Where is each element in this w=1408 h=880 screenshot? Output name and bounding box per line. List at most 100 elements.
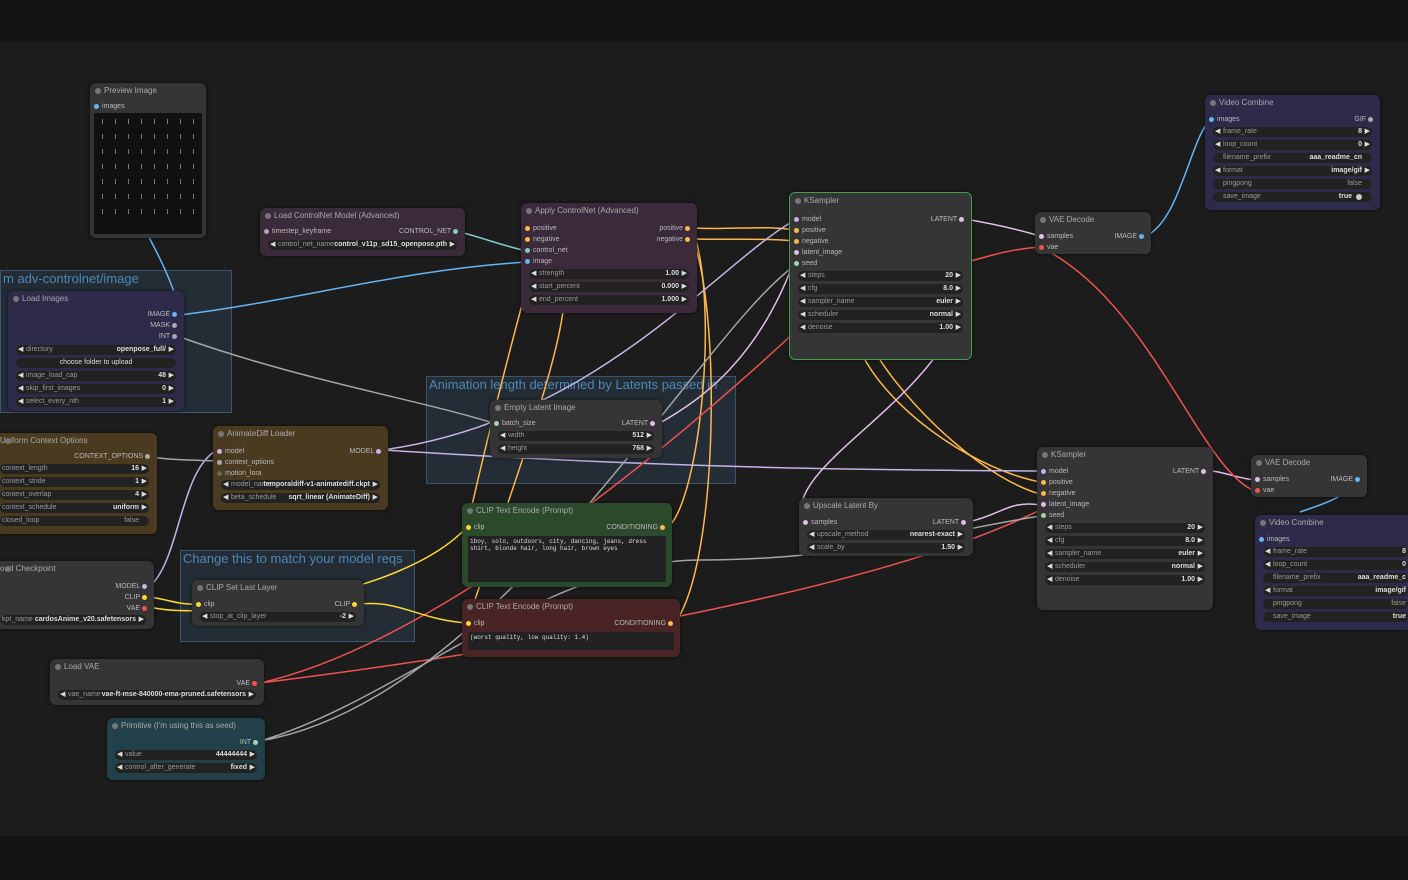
input-slot-icon[interactable] bbox=[466, 524, 471, 530]
widget-steps[interactable]: ◀ steps 20 ▶ bbox=[798, 271, 963, 281]
widget-skip-first-images[interactable]: ◀ skip_first_images 0 ▶ bbox=[16, 384, 176, 394]
input-slot-icon[interactable] bbox=[1041, 512, 1046, 518]
input-slot-icon[interactable] bbox=[1039, 244, 1044, 250]
node-ksampler-2[interactable]: KSampler model positive negative latent_… bbox=[1037, 447, 1213, 610]
input-slot-icon[interactable] bbox=[1255, 476, 1260, 482]
input-slot-icon[interactable] bbox=[1259, 536, 1264, 542]
output-slot-icon[interactable] bbox=[172, 322, 177, 328]
output-slot-icon[interactable] bbox=[961, 519, 966, 525]
widget-vae-name[interactable]: ◀ vae_name vae-ft-mse-840000-ema-pruned.sa… bbox=[58, 690, 256, 700]
node-vae-decode-2[interactable]: VAE Decode samples vae IMAGE bbox=[1251, 455, 1367, 497]
input-slot-icon[interactable] bbox=[803, 519, 808, 525]
widget-save-image[interactable]: save_image true bbox=[1213, 192, 1372, 202]
output-slot-icon[interactable] bbox=[1201, 468, 1206, 474]
input-slot-icon[interactable] bbox=[525, 236, 530, 242]
upload-button[interactable]: choose folder to upload bbox=[16, 358, 176, 368]
input-slot-icon[interactable] bbox=[1041, 490, 1046, 496]
node-preview-image[interactable]: Preview Image images bbox=[90, 83, 206, 238]
node-context-options[interactable]: Uniform Context Options CONTEXT_OPTIONS … bbox=[0, 433, 157, 534]
node-video-combine-1[interactable]: Video Combine images GIF ◀ frame_rate 8 ▶ ◀… bbox=[1205, 95, 1380, 210]
output-slot-icon[interactable] bbox=[142, 583, 147, 589]
input-slot-icon[interactable] bbox=[1209, 116, 1214, 122]
widget-closed-loop[interactable]: closed_loop false bbox=[0, 516, 149, 526]
input-slot-icon[interactable] bbox=[794, 260, 799, 266]
widget-start-percent[interactable]: ◀ start_percent 0.000 ▶ bbox=[529, 282, 689, 292]
output-slot-icon[interactable] bbox=[352, 601, 357, 607]
input-slot-icon[interactable] bbox=[794, 227, 799, 233]
widget-loop-count[interactable]: ◀ loop_count 0 bbox=[1263, 560, 1408, 570]
output-slot-icon[interactable] bbox=[1139, 233, 1144, 239]
output-slot-icon[interactable] bbox=[253, 739, 258, 745]
widget-format[interactable]: ◀ format image/gif ▶ bbox=[1213, 166, 1372, 176]
output-slot-icon[interactable] bbox=[453, 228, 458, 234]
prompt-textarea[interactable]: 1boy, solo, outdoors, city, dancing, jea… bbox=[468, 536, 666, 582]
output-slot-icon[interactable] bbox=[145, 453, 150, 459]
output-slot-icon[interactable] bbox=[959, 216, 964, 222]
input-slot-icon[interactable] bbox=[466, 620, 471, 626]
node-clip-text-negative[interactable]: CLIP Text Encode (Prompt) clip CONDITION… bbox=[462, 599, 680, 657]
widget-filename-prefix[interactable]: filename_prefix aaa_readme_cn bbox=[1213, 153, 1372, 163]
input-slot-icon[interactable] bbox=[264, 228, 269, 234]
output-slot-icon[interactable] bbox=[172, 311, 177, 317]
widget-scale-by[interactable]: ◀ scale_by 1.50 ▶ bbox=[807, 543, 965, 553]
widget-cfg[interactable]: ◀ cfg 8.0 ▶ bbox=[798, 284, 963, 294]
input-slot-icon[interactable] bbox=[794, 216, 799, 222]
input-slot-icon[interactable] bbox=[794, 238, 799, 244]
output-slot-icon[interactable] bbox=[660, 524, 665, 530]
widget-directory[interactable]: ◀ directory openpose_full/▶ bbox=[16, 345, 176, 355]
widget-image-load-cap[interactable]: ◀ image_load_cap 48 ▶ bbox=[16, 371, 176, 381]
node-load-images[interactable]: Load Images IMAGE MASK INT ◀ directory ope… bbox=[8, 291, 184, 411]
output-slot-icon[interactable] bbox=[1355, 476, 1360, 482]
output-slot-icon[interactable] bbox=[172, 333, 177, 339]
widget-context-overlap[interactable]: context_overlap 4 ▶ bbox=[0, 490, 149, 500]
node-clip-set-last-layer[interactable]: CLIP Set Last Layer clip CLIP ◀ stop_at_c… bbox=[192, 580, 364, 626]
input-slot-icon[interactable] bbox=[525, 225, 530, 231]
widget-context-stride[interactable]: context_stride 1 ▶ bbox=[0, 477, 149, 487]
output-slot-icon[interactable] bbox=[668, 620, 673, 626]
input-slot-icon[interactable] bbox=[1041, 468, 1046, 474]
widget-stop-at-clip-layer[interactable]: ◀ stop_at_clip_layer -2 ▶ bbox=[200, 612, 356, 622]
widget-height[interactable]: ◀ height 768 ▶ bbox=[498, 444, 654, 454]
input-slot-icon[interactable] bbox=[494, 420, 499, 426]
prompt-textarea[interactable]: (worst quality, low quality: 1.4) bbox=[468, 632, 674, 650]
input-slot-icon[interactable] bbox=[196, 601, 201, 607]
node-upscale-latent[interactable]: Upscale Latent By samples LATENT ◀ upscal… bbox=[799, 498, 973, 556]
widget-upscale-method[interactable]: ◀ upscale_method nearest-exact ▶ bbox=[807, 530, 965, 540]
widget-pingpong[interactable]: pingpong false bbox=[1263, 599, 1408, 609]
widget-denoise[interactable]: ◀ denoise 1.00 ▶ bbox=[798, 323, 963, 333]
widget-width[interactable]: ◀ width 512 ▶ bbox=[498, 431, 654, 441]
widget-scheduler[interactable]: ◀ scheduler normal ▶ bbox=[1045, 562, 1205, 572]
toggle-on-icon[interactable] bbox=[1356, 194, 1362, 200]
widget-save-image[interactable]: save_image true bbox=[1263, 612, 1408, 622]
output-slot-icon[interactable] bbox=[252, 680, 257, 686]
widget-pingpong[interactable]: pingpong false bbox=[1213, 179, 1372, 189]
widget-control-net-name[interactable]: ◀ control_net_name control_v11p_sd15_openp… bbox=[268, 240, 457, 250]
input-slot-icon[interactable] bbox=[794, 249, 799, 255]
node-empty-latent[interactable]: Empty Latent Image batch_size LATENT ◀ wi… bbox=[490, 400, 662, 458]
output-slot-icon[interactable] bbox=[685, 225, 690, 231]
widget-sampler-name[interactable]: ◀ sampler_name euler ▶ bbox=[1045, 549, 1205, 559]
widget-end-percent[interactable]: ◀ end_percent 1.000 ▶ bbox=[529, 295, 689, 305]
input-slot-icon[interactable] bbox=[217, 470, 222, 476]
input-slot-icon[interactable] bbox=[217, 459, 222, 465]
node-animatediff-loader[interactable]: AnimateDiff Loader model context_options… bbox=[213, 426, 388, 510]
output-slot-icon[interactable] bbox=[650, 420, 655, 426]
node-vae-decode-1[interactable]: VAE Decode samples vae IMAGE bbox=[1035, 212, 1151, 254]
node-video-combine-2[interactable]: Video Combine images ◀ frame_rate 8 ◀ loop_… bbox=[1255, 515, 1408, 630]
widget-sampler-name[interactable]: ◀ sampler_name euler ▶ bbox=[798, 297, 963, 307]
input-slot-icon[interactable] bbox=[1041, 479, 1046, 485]
input-slot-icon[interactable] bbox=[525, 247, 530, 253]
node-primitive-seed[interactable]: Primitive (I'm using this as seed) INT ◀… bbox=[107, 718, 265, 780]
input-slot-icon[interactable] bbox=[217, 448, 222, 454]
widget-cfg[interactable]: ◀ cfg 8.0 ▶ bbox=[1045, 536, 1205, 546]
node-clip-text-positive[interactable]: CLIP Text Encode (Prompt) clip CONDITION… bbox=[462, 503, 672, 587]
widget-strength[interactable]: ◀ strength 1.00 ▶ bbox=[529, 269, 689, 279]
widget-context-length[interactable]: context_length 16 ▶ bbox=[0, 464, 149, 474]
output-slot-icon[interactable] bbox=[142, 594, 147, 600]
widget-format[interactable]: ◀ format image/gif bbox=[1263, 586, 1408, 596]
widget-beta-schedule[interactable]: ◀ beta_schedule sqrt_linear (AnimateDiff) ▶ bbox=[221, 493, 380, 503]
output-slot-icon[interactable] bbox=[142, 605, 147, 611]
widget-context-schedule[interactable]: context_schedule uniform ▶ bbox=[0, 503, 149, 513]
node-load-vae[interactable]: Load VAE VAE ◀ vae_name vae-ft-mse-840000-… bbox=[50, 659, 264, 705]
output-slot-icon[interactable] bbox=[376, 448, 381, 454]
